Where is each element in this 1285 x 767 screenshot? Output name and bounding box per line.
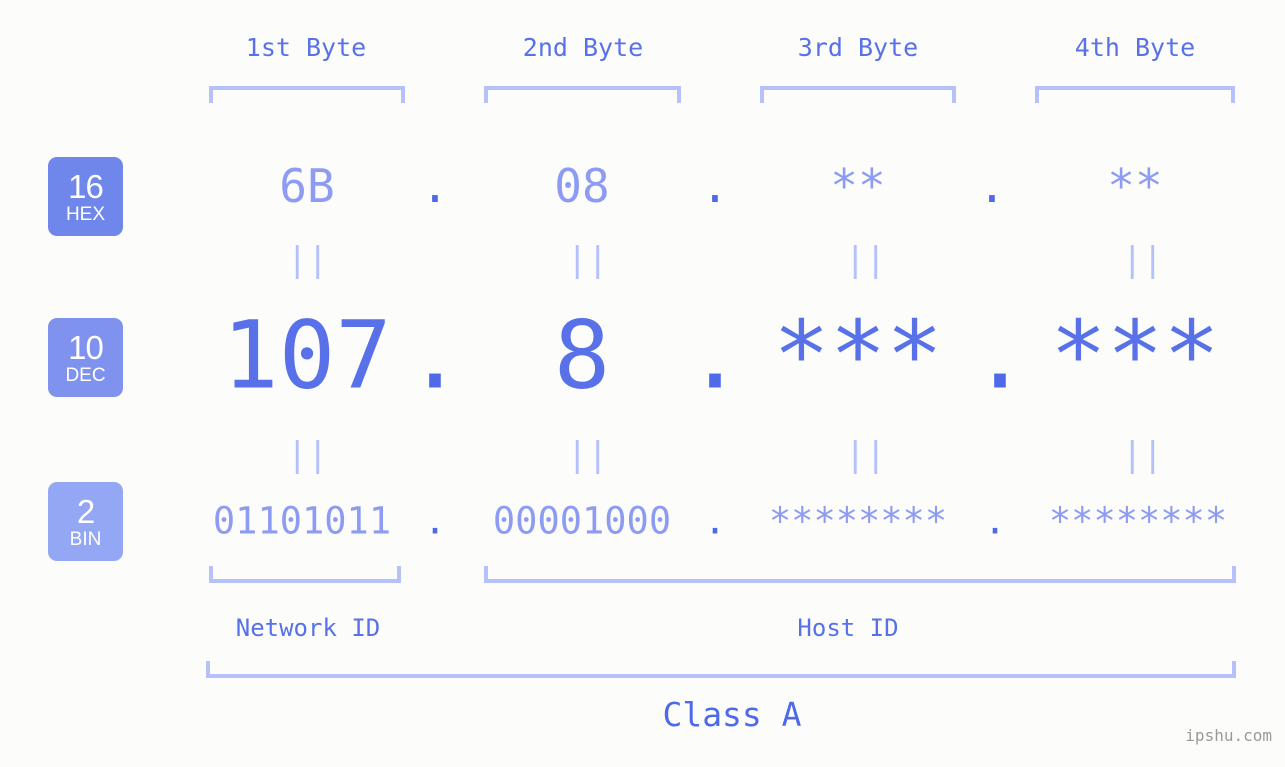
radix-badge-hex-number: 16 xyxy=(68,167,104,205)
radix-badge-bin-name: BIN xyxy=(69,528,102,550)
ip-byte-breakdown-diagram: 1st Byte 2nd Byte 3rd Byte 4th Byte 16 H… xyxy=(0,0,1285,767)
byte-header-label-4: 4th Byte xyxy=(1074,33,1196,62)
bin-byte-4: ******** xyxy=(1048,499,1228,543)
byte-header-label-2: 2nd Byte xyxy=(522,33,644,62)
radix-badge-dec-number: 10 xyxy=(68,328,104,366)
watermark: ipshu.com xyxy=(1185,726,1272,745)
byte-bracket-top-4 xyxy=(1035,86,1235,103)
byte-bracket-top-2 xyxy=(484,86,681,103)
radix-badge-dec: 10 DEC xyxy=(48,318,123,397)
class-label: Class A xyxy=(662,695,802,734)
network-id-label: Network ID xyxy=(235,614,381,642)
equality-mark-hexdec-2: || xyxy=(567,240,608,280)
byte-header-label-1: 1st Byte xyxy=(245,33,367,62)
equality-mark-hexdec-4: || xyxy=(1122,240,1163,280)
host-id-label: Host ID xyxy=(797,614,899,642)
byte-header-label-3: 3rd Byte xyxy=(797,33,919,62)
equality-mark-hexdec-1: || xyxy=(287,240,328,280)
host-id-bracket xyxy=(484,566,1236,583)
radix-badge-bin-number: 2 xyxy=(76,492,95,530)
radix-badge-dec-name: DEC xyxy=(65,364,106,386)
equality-mark-hexdec-3: || xyxy=(845,240,886,280)
equality-mark-decbin-3: || xyxy=(845,435,886,475)
hex-byte-4: ** xyxy=(1107,159,1163,213)
class-bracket xyxy=(206,661,1236,678)
radix-badge-hex: 16 HEX xyxy=(48,157,123,236)
equality-mark-decbin-4: || xyxy=(1122,435,1163,475)
byte-bracket-top-1 xyxy=(209,86,405,103)
equality-mark-decbin-1: || xyxy=(287,435,328,475)
network-id-bracket xyxy=(209,566,401,583)
radix-badge-bin: 2 BIN xyxy=(48,482,123,561)
byte-bracket-top-3 xyxy=(760,86,956,103)
equality-mark-decbin-2: || xyxy=(567,435,608,475)
dec-byte-4: *** xyxy=(1050,301,1220,411)
radix-badge-hex-name: HEX xyxy=(65,203,106,225)
